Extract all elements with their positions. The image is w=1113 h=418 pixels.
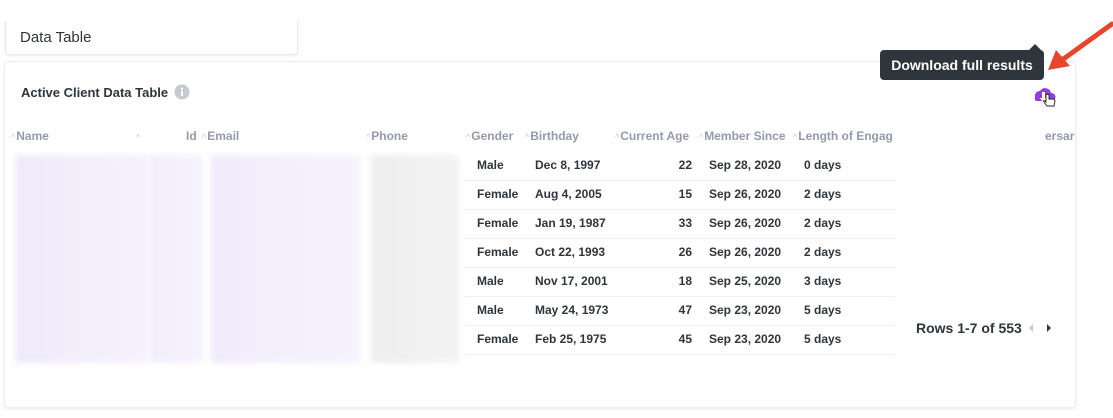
column-header-partial[interactable]: ersar xyxy=(1045,129,1074,143)
cell-current-age: 33 xyxy=(678,216,692,230)
cell-length: 2 days xyxy=(804,187,842,201)
row-divider xyxy=(465,267,895,268)
cell-gender: Male xyxy=(477,274,504,288)
redacted-id-column xyxy=(149,155,203,363)
row-divider xyxy=(465,325,895,326)
cell-current-age: 45 xyxy=(678,332,692,346)
cell-member-since: Sep 26, 2020 xyxy=(709,187,782,201)
cell-current-age: 15 xyxy=(678,187,692,201)
cell-current-age: 22 xyxy=(678,158,692,172)
cell-length: 2 days xyxy=(804,216,842,230)
pagination-label: Rows 1-7 of 553 xyxy=(916,320,1022,336)
column-header-id-label[interactable]: Id xyxy=(186,129,197,143)
cell-member-since: Sep 23, 2020 xyxy=(709,303,782,317)
tab-title: Data Table xyxy=(20,29,92,46)
cell-gender: Female xyxy=(477,332,519,346)
cell-birthday: Jan 19, 1987 xyxy=(535,216,606,230)
cell-gender: Female xyxy=(477,216,519,230)
cell-current-age: 26 xyxy=(678,245,692,259)
row-divider xyxy=(465,238,895,239)
cell-gender: Female xyxy=(477,187,519,201)
cloud-download-icon[interactable] xyxy=(1030,84,1058,110)
cell-member-since: Sep 25, 2020 xyxy=(709,274,782,288)
cell-current-age: 18 xyxy=(678,274,692,288)
cell-length: 2 days xyxy=(804,245,842,259)
row-divider xyxy=(465,296,895,297)
cell-birthday: May 24, 1973 xyxy=(535,303,609,317)
cell-birthday: Nov 17, 2001 xyxy=(535,274,608,288)
column-header-birthday[interactable]: ^Birthday xyxy=(525,129,579,143)
annotation-arrow-icon xyxy=(1048,21,1113,70)
row-divider xyxy=(465,354,895,355)
download-tooltip: Download full results xyxy=(880,50,1044,80)
data-table-card: Active Client Data Table ^Name ^ Id ^Ema… xyxy=(4,61,1076,408)
redacted-email-column xyxy=(211,155,361,363)
cell-gender: Male xyxy=(477,158,504,172)
cell-length: 3 days xyxy=(804,274,842,288)
cell-birthday: Aug 4, 2005 xyxy=(535,187,602,201)
column-header-name[interactable]: ^Name xyxy=(11,129,49,143)
cell-member-since: Sep 26, 2020 xyxy=(709,216,782,230)
column-header-email[interactable]: ^Email xyxy=(202,129,239,143)
column-header-current-age[interactable]: ^Current Age xyxy=(615,129,689,143)
row-divider xyxy=(465,180,895,181)
cell-birthday: Feb 25, 1975 xyxy=(535,332,607,346)
redacted-phone-column xyxy=(371,155,459,363)
cell-birthday: Oct 22, 1993 xyxy=(535,245,606,259)
cell-length: 0 days xyxy=(804,158,842,172)
cell-birthday: Dec 8, 1997 xyxy=(535,158,601,172)
cell-member-since: Sep 26, 2020 xyxy=(709,245,782,259)
redacted-name-column xyxy=(15,155,147,363)
chevron-left-icon[interactable] xyxy=(1026,321,1036,335)
cell-gender: Male xyxy=(477,303,504,317)
column-header-length-of-engagement[interactable]: ^Length of Engag xyxy=(793,129,893,143)
cell-length: 5 days xyxy=(804,303,842,317)
column-header-member-since[interactable]: ^Member Since xyxy=(699,129,786,143)
cell-length: 5 days xyxy=(804,332,842,346)
chevron-right-icon[interactable] xyxy=(1044,321,1054,335)
row-divider xyxy=(465,209,895,210)
card-title: Active Client Data Table xyxy=(21,85,169,100)
cell-gender: Female xyxy=(477,245,519,259)
column-header-gender[interactable]: ^Gender xyxy=(466,129,513,143)
column-header-phone[interactable]: ^Phone xyxy=(366,129,408,143)
cell-member-since: Sep 28, 2020 xyxy=(709,158,782,172)
cell-member-since: Sep 23, 2020 xyxy=(709,332,782,346)
column-header-id[interactable]: ^ xyxy=(136,129,141,143)
info-icon[interactable] xyxy=(174,84,190,100)
cell-current-age: 47 xyxy=(678,303,692,317)
tab-data-table[interactable]: Data Table xyxy=(5,21,298,55)
